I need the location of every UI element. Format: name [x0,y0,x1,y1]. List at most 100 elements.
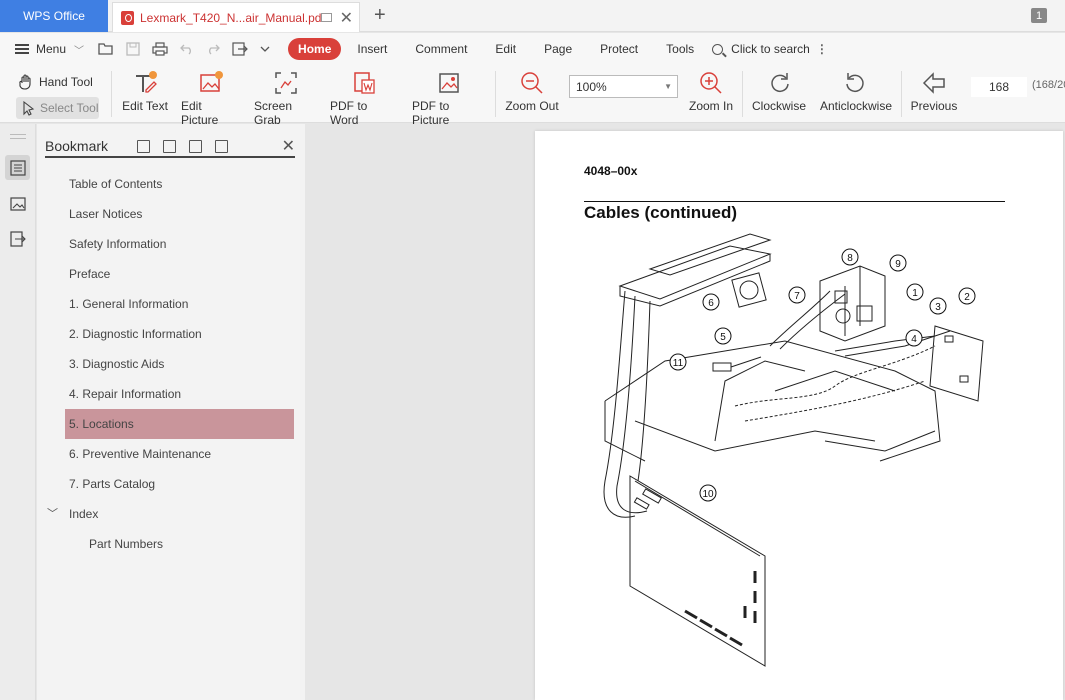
hand-tool-button[interactable]: Hand Tool [18,74,93,90]
collapse-all-icon[interactable] [163,139,176,153]
rail-grip[interactable] [10,134,26,139]
close-panel-icon[interactable]: ✕ [282,136,295,156]
menu-button[interactable]: Menu ﹀ [15,42,84,57]
toolbar-divider [495,71,496,117]
search-label: Click to search [731,42,810,56]
zoom-in-icon [700,72,722,94]
thumbnail-panel-button[interactable] [5,191,30,216]
window-icon[interactable] [320,13,332,22]
pdf-to-word-label: PDF to Word [330,99,368,127]
callout-2: 2 [958,287,976,305]
document-tab[interactable]: Lexmark_T420_N...air_Manual.pdf ✕ [112,2,360,32]
chevron-down-icon[interactable]: ﹀ [74,42,84,57]
zoom-out-button[interactable]: Zoom Out [505,67,559,113]
svg-text:6: 6 [708,298,714,309]
rotate-anticlockwise-icon [846,73,864,93]
hand-tool-label: Hand Tool [39,75,93,89]
svg-text:10: 10 [702,489,714,500]
svg-text:7: 7 [794,291,800,302]
screen-grab-label: Screen Grab [254,99,293,127]
callout-10: 10 [699,484,717,502]
ribbon-tabs: Home Insert Comment Edit Page Protect To… [288,38,708,60]
export-icon[interactable] [232,42,248,56]
bookmark-item[interactable]: Preface [65,259,295,289]
hamburger-icon [15,44,29,54]
pdf-to-picture-button[interactable]: PDF to Picture [412,67,486,127]
bookmark-item[interactable]: 3. Diagnostic Aids [65,349,295,379]
bookmark-item-selected[interactable]: 5. Locations [65,409,294,439]
previous-label: Previous [910,99,958,113]
menu-label: Menu [36,42,67,56]
callout-4: 4 [905,329,923,347]
window-count-badge[interactable]: 1 [1031,8,1047,23]
bookmark-item[interactable]: Part Numbers [65,529,295,559]
bookmark-item[interactable]: 2. Diagnostic Information [65,319,295,349]
tab-comment[interactable]: Comment [401,42,481,56]
select-tool-button[interactable]: Select Tool [16,97,99,119]
zoom-level-select[interactable]: 100% ▼ [569,75,678,98]
export-icon [9,230,26,247]
toolbar-divider [111,71,112,117]
anticlockwise-button[interactable]: Anticlockwise [819,67,893,113]
edit-picture-button[interactable]: Edit Picture [181,67,241,127]
zoom-in-button[interactable]: Zoom In [689,67,733,113]
bookmark-item-index[interactable]: ﹀ Index [47,499,295,529]
undo-icon[interactable] [180,43,194,55]
edit-picture-icon [200,71,223,92]
tab-tools[interactable]: Tools [652,42,708,56]
screen-grab-button[interactable]: Screen Grab [254,67,318,127]
previous-page-button[interactable]: Previous [910,67,958,113]
chevron-down-icon: ▼ [664,82,672,91]
bookmark-item[interactable]: 6. Preventive Maintenance [65,439,295,469]
tab-protect[interactable]: Protect [586,42,652,56]
bookmark-item[interactable]: 4. Repair Information [65,379,295,409]
redo-icon[interactable] [206,43,220,55]
bookmark-item[interactable]: Laser Notices [65,199,295,229]
bookmark-panel-button[interactable] [5,155,30,180]
cursor-icon [23,100,35,116]
chevron-down-icon[interactable]: ﹀ [47,499,58,529]
bookmark-header: Bookmark ✕ [45,136,295,158]
screen-grab-icon [275,72,297,94]
zoom-out-icon [521,72,543,94]
list-icon [9,159,26,176]
select-tool-label: Select Tool [40,101,99,115]
bookmark-item[interactable]: 1. General Information [65,289,295,319]
new-tab-button[interactable]: + [374,4,386,27]
anticlockwise-label: Anticlockwise [819,99,893,113]
print-icon[interactable] [152,42,168,56]
clockwise-button[interactable]: Clockwise [752,67,806,113]
zoom-in-label: Zoom In [689,99,734,113]
bookmark-item[interactable]: 7. Parts Catalog [65,469,295,499]
save-icon[interactable] [126,42,140,56]
edit-text-button[interactable]: Edit Text [122,67,168,113]
open-folder-icon[interactable] [98,42,114,56]
annotation-panel-button[interactable] [5,226,30,251]
search-icon [712,43,724,55]
tab-insert[interactable]: Insert [343,42,401,56]
page-count: (168/20 [1032,79,1065,91]
pdf-to-word-button[interactable]: PDF to Word [330,67,398,127]
bookmark-item[interactable]: Table of Contents [65,169,295,199]
rotate-clockwise-icon [771,73,789,93]
close-tab-icon[interactable]: ✕ [340,8,353,28]
bookmark-item[interactable]: Safety Information [65,229,295,259]
search-box[interactable]: Click to search ⋮ [712,42,828,56]
hand-icon [19,74,31,90]
add-bookmark-icon[interactable] [189,139,202,153]
bookmark-settings-icon[interactable] [215,139,228,153]
tab-home[interactable]: Home [288,38,342,60]
tab-edit[interactable]: Edit [481,42,530,56]
edit-text-label: Edit Text [122,99,168,113]
expand-all-icon[interactable] [137,139,150,153]
callout-11: 11 [669,353,687,371]
callout-3: 3 [929,297,947,315]
more-icon[interactable]: ⋮ [816,42,828,56]
svg-text:8: 8 [847,253,853,264]
customize-dropdown-icon[interactable] [260,44,270,54]
page-heading: Cables (continued) [584,203,738,222]
callout-5: 5 [714,327,732,345]
tab-page[interactable]: Page [530,42,586,56]
page-number-input[interactable]: 168 [971,77,1027,97]
app-tab[interactable]: WPS Office [0,0,108,32]
